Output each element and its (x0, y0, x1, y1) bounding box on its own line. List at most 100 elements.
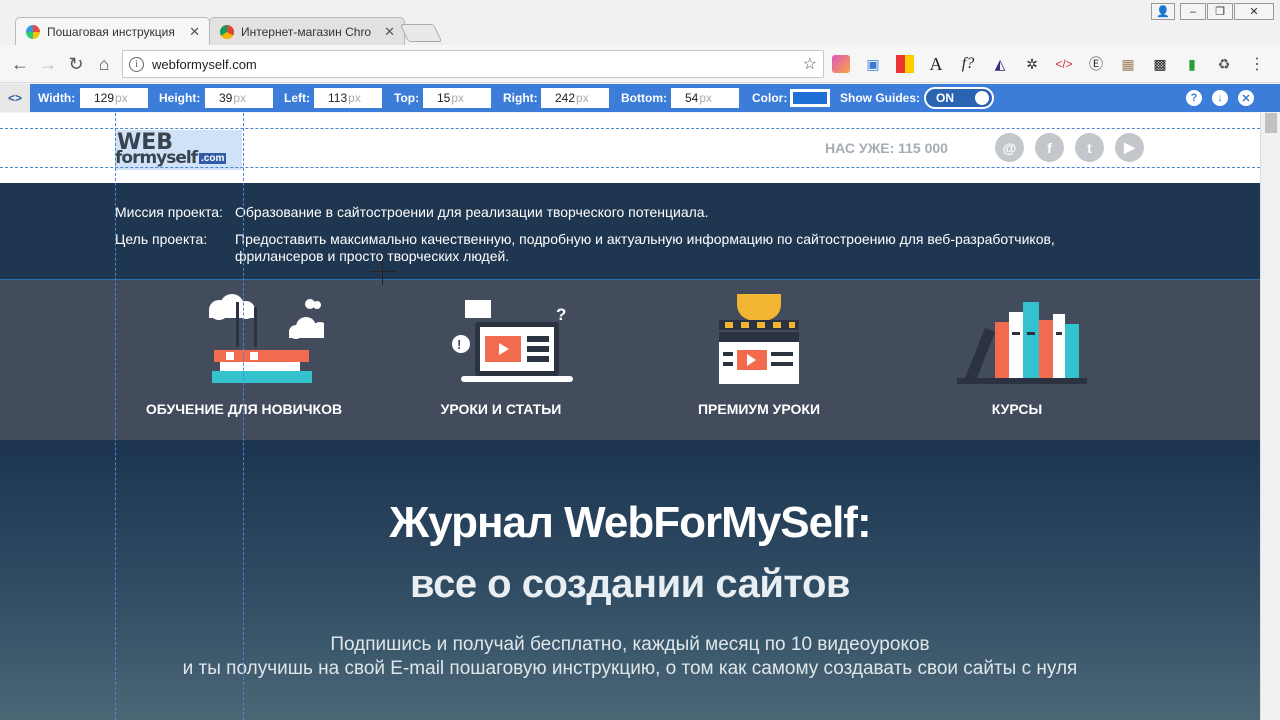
webformyself-favicon-icon (26, 24, 40, 39)
category-label: ПРЕМИУМ УРОКИ (697, 401, 821, 417)
scrollbar-thumb[interactable] (1265, 113, 1277, 133)
logo-text-com: .com (199, 153, 227, 164)
categories-section: ОБУЧЕНИЕ ДЛЯ НОВИЧКОВ ! ? УРОКИ И СТАТЬИ… (0, 279, 1260, 440)
hero-text-line1: Подпишись и получай бесплатно, каждый ме… (330, 634, 930, 655)
settings-extension-icon[interactable]: ✲ (1023, 55, 1041, 73)
mission-section: Миссия проекта: Образование в сайтострое… (0, 183, 1260, 279)
forward-arrow-icon[interactable]: → (36, 52, 60, 76)
site-logo[interactable]: WEB formyself .com (115, 130, 242, 170)
reload-icon[interactable]: ↻ (64, 52, 88, 76)
twitter-icon[interactable]: t (1075, 133, 1104, 162)
tab-title: Пошаговая инструкция (47, 24, 175, 39)
bottom-label: Bottom: (621, 91, 667, 105)
category-label: КУРСЫ (991, 401, 1043, 417)
e-extension-icon[interactable]: Ⓔ (1087, 55, 1105, 73)
unit: px (115, 91, 128, 105)
font-extension-icon[interactable]: A (927, 54, 945, 74)
guide-line-top (0, 128, 1260, 129)
address-bar[interactable]: i webformyself.com ☆ (122, 50, 824, 78)
tab-chrome-store[interactable]: Интернет-магазин Chro ✕ (209, 17, 405, 45)
close-tab-icon[interactable]: ✕ (384, 24, 395, 40)
left-label: Left: (284, 91, 310, 105)
bottle-extension-icon[interactable]: ▮ (1183, 55, 1201, 73)
color-swatch[interactable] (790, 89, 830, 107)
right-label: Right: (503, 91, 538, 105)
hero-text-line2: и ты получишь на свой E-mail пошаговую и… (182, 658, 1078, 679)
whatfont-extension-icon[interactable]: f? (959, 55, 977, 73)
svg-text:?: ? (556, 305, 566, 324)
maximize-button[interactable]: ❐ (1207, 3, 1233, 20)
arrow-down-icon[interactable]: ↓ (1212, 90, 1228, 106)
bookmark-star-icon[interactable]: ☆ (803, 54, 817, 74)
facebook-icon[interactable]: f (1035, 133, 1064, 162)
category-courses[interactable]: КУРСЫ (897, 280, 1137, 440)
chrome-store-favicon-icon (220, 24, 234, 39)
hero-subtitle: все о создании сайтов (409, 562, 851, 606)
close-icon[interactable]: ✕ (1238, 90, 1254, 106)
goal-label: Цель проекта: (115, 231, 208, 247)
trophy-clapper-icon (719, 294, 799, 384)
scrollbar[interactable] (1260, 113, 1280, 720)
unit: px (348, 91, 361, 105)
bottom-value: 54 (685, 91, 699, 105)
help-icon[interactable]: ? (1186, 90, 1202, 106)
minimize-button[interactable]: – (1180, 3, 1206, 20)
logo-text-formyself: formyself (115, 148, 198, 168)
top-field[interactable]: 15 px (423, 88, 491, 108)
left-value: 113 (328, 91, 348, 105)
close-tab-icon[interactable]: ✕ (189, 24, 200, 40)
width-field[interactable]: 129 px (80, 88, 148, 108)
hero-section: Журнал WebForMySelf: все о создании сайт… (0, 440, 1260, 720)
bottom-field[interactable]: 54 px (671, 88, 739, 108)
category-label: ОБУЧЕНИЕ ДЛЯ НОВИЧКОВ (145, 401, 343, 417)
top-label: Top: (394, 91, 420, 105)
new-tab-button[interactable] (399, 24, 443, 42)
colorpicker-extension-icon[interactable] (832, 55, 850, 73)
tab-active[interactable]: Пошаговая инструкция ✕ (15, 17, 210, 45)
screenshot-extension-icon[interactable]: ▣ (864, 55, 882, 73)
code-extension-icon[interactable]: </> (1055, 55, 1073, 73)
unit: px (233, 91, 247, 105)
left-field[interactable]: 113 px (314, 88, 382, 108)
unit: px (576, 91, 589, 105)
toggle-knob (975, 91, 989, 105)
mission-label: Миссия проекта: (115, 204, 223, 220)
profile-icon[interactable]: 👤 (1151, 3, 1175, 20)
category-beginners[interactable]: ОБУЧЕНИЕ ДЛЯ НОВИЧКОВ (124, 280, 364, 440)
height-label: Height: (159, 91, 201, 105)
top-value: 15 (437, 91, 451, 105)
subscriber-counter: НАС УЖЕ: 115 000 (825, 140, 948, 156)
youtube-icon[interactable]: ▶ (1115, 133, 1144, 162)
category-label: УРОКИ И СТАТЬИ (440, 401, 562, 417)
recycle-extension-icon[interactable]: ♻ (1215, 55, 1233, 73)
guides-label: Show Guides: (840, 91, 921, 105)
box-extension-icon[interactable]: ▦ (1119, 55, 1137, 73)
category-lessons[interactable]: ! ? УРОКИ И СТАТЬИ (381, 280, 621, 440)
close-window-button[interactable]: ✕ (1234, 3, 1274, 20)
color-label: Color: (752, 91, 788, 105)
width-value: 129 (94, 91, 115, 105)
crosshair-cursor-icon (370, 259, 396, 285)
height-value: 39 (219, 91, 233, 105)
browser-toolbar: ← → ↻ ⌂ i webformyself.com ☆ ▣ A f? ◭ ✲ … (0, 45, 1280, 83)
goal-text: Предоставить максимально качественную, п… (235, 231, 1055, 264)
guides-toggle[interactable]: ON (924, 87, 994, 109)
height-field[interactable]: 39 px (205, 88, 273, 108)
back-arrow-icon[interactable]: ← (8, 52, 32, 76)
hero-title: Журнал WebForMySelf: (389, 498, 871, 547)
flag-extension-icon[interactable] (896, 55, 914, 73)
category-premium[interactable]: ПРЕМИУМ УРОКИ (639, 280, 879, 440)
email-icon[interactable]: @ (995, 133, 1024, 162)
laptop-video-icon: ! ? (452, 300, 573, 382)
info-icon[interactable]: i (129, 57, 144, 72)
home-icon[interactable]: ⌂ (92, 52, 116, 76)
right-field[interactable]: 242 px (541, 88, 609, 108)
page-ruler-extension-icon[interactable]: ◭ (991, 55, 1009, 73)
menu-dots-icon[interactable]: ⋮ (1248, 55, 1266, 73)
tab-strip: Пошаговая инструкция ✕ Интернет-магазин … (0, 0, 1280, 45)
code-icon[interactable]: <> (0, 84, 30, 112)
check-extension-icon[interactable]: ▩ (1151, 55, 1169, 73)
svg-text:!: ! (457, 337, 461, 352)
guide-line-right (243, 113, 244, 720)
color-fill (793, 92, 827, 104)
